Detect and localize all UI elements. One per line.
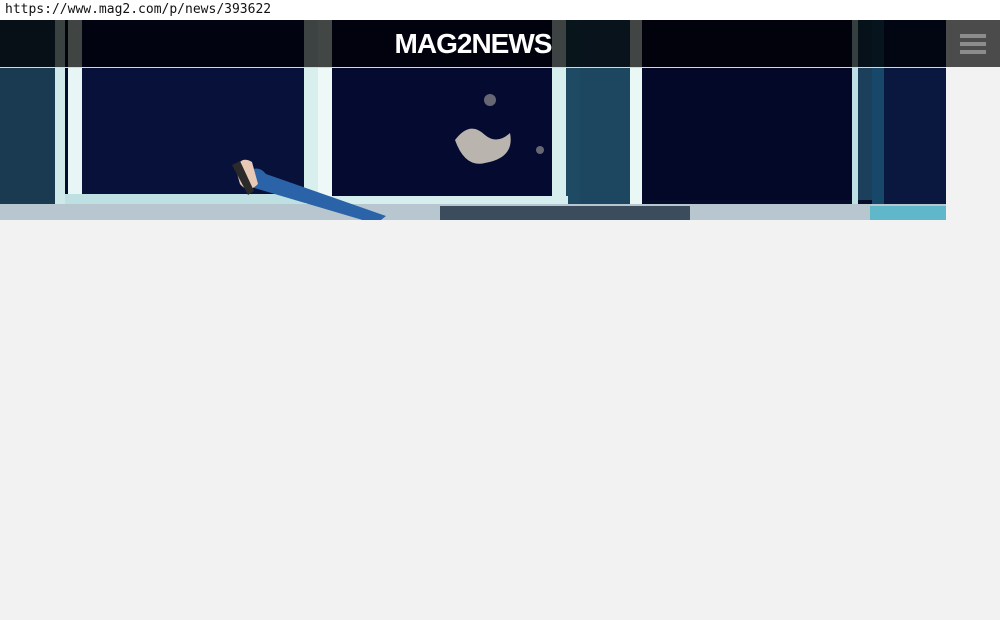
- hamburger-menu-icon-bar: [960, 49, 986, 54]
- hamburger-menu-icon-bar: [960, 41, 986, 46]
- site-header: MAG2NEWS: [0, 20, 946, 68]
- hamburger-menu-icon: [960, 33, 986, 38]
- site-logo[interactable]: MAG2NEWS: [395, 29, 553, 58]
- address-bar-url[interactable]: https://www.mag2.com/p/news/393622: [0, 0, 1000, 20]
- hamburger-menu-button[interactable]: [946, 20, 1000, 67]
